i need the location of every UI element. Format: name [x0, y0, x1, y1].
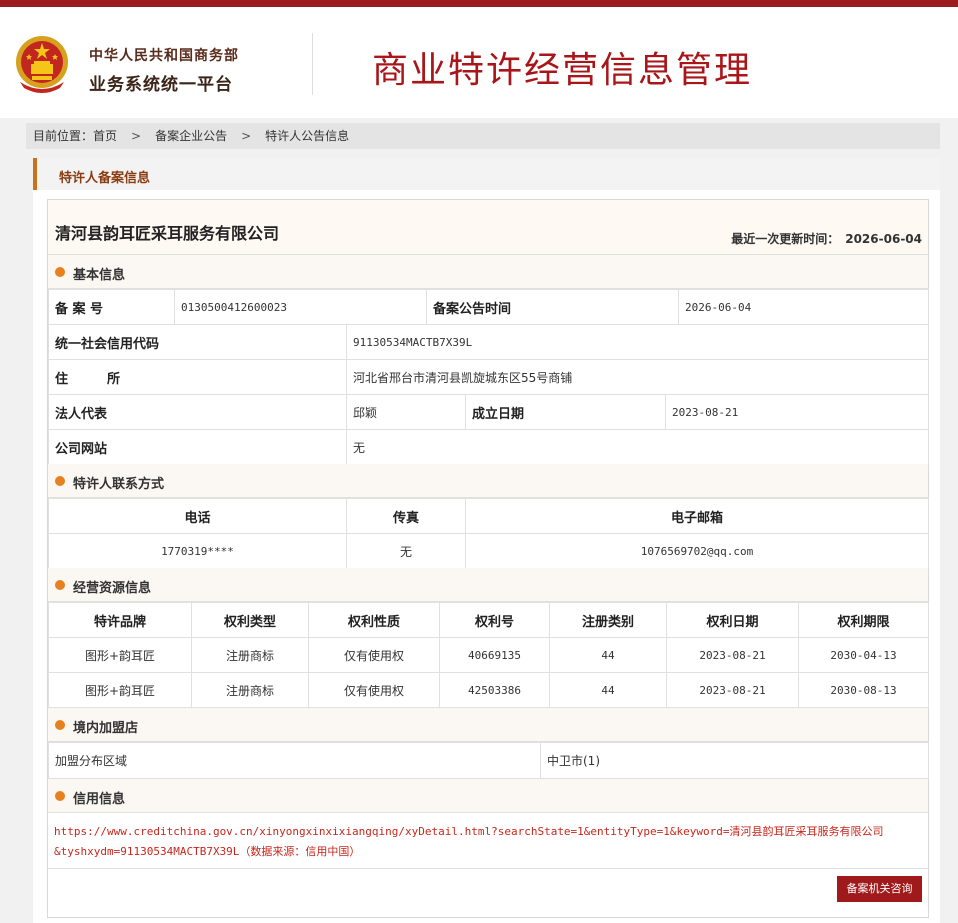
record-no-value: 0130500412600023	[174, 289, 427, 325]
address-label: 住 所	[48, 359, 347, 395]
col-brand: 特许品牌	[48, 602, 192, 638]
last-updated-label: 最近一次更新时间：	[731, 232, 840, 246]
national-emblem-icon	[16, 36, 68, 93]
main-content: 目前位置：首页 > 备案企业公告 > 特许人公告信息 特许人备案信息 清河县韵耳匠采耳服…	[0, 118, 958, 923]
top-accent-bar	[0, 0, 958, 7]
section-resources: 经营资源信息	[48, 568, 928, 602]
breadcrumb-announcements-link[interactable]: 备案企业公告	[155, 129, 227, 143]
store-region-label: 加盟分布区域	[48, 742, 541, 779]
breadcrumb-home-link[interactable]: 首页	[93, 129, 117, 143]
col-right-no: 权利号	[439, 602, 550, 638]
basic-info-table-2: 统一社会信用代码 91130534MACTB7X39L 住 所 河北省邢台市清河…	[48, 324, 929, 395]
table-row: 图形+韵耳匠 注册商标 仅有使用权 42503386 44 2023-08-21…	[48, 672, 929, 708]
section-title: 境内加盟店	[73, 721, 139, 736]
cell-brand: 图形+韵耳匠	[48, 672, 192, 708]
basic-info-table-4: 公司网站 无	[48, 429, 929, 465]
fax-value: 无	[346, 533, 466, 569]
credit-code-value: 91130534MACTB7X39L	[346, 324, 929, 360]
franchisor-panel: 特许人备案信息 清河县韵耳匠采耳服务有限公司 最近一次更新时间： 2026-06-…	[33, 158, 940, 923]
cell-brand: 图形+韵耳匠	[48, 637, 192, 673]
panel-header: 特许人备案信息	[33, 158, 940, 190]
cell-right-date: 2023-08-21	[666, 672, 799, 708]
col-right-nature: 权利性质	[308, 602, 440, 638]
credit-url-company: 清河县韵耳匠采耳服务有限公司	[729, 825, 884, 838]
cell-reg-class: 44	[549, 672, 667, 708]
section-credit: 信用信息	[48, 779, 928, 813]
panel-title: 特许人备案信息	[59, 171, 151, 186]
address-value: 河北省邢台市清河县凯旋城东区55号商铺	[346, 359, 929, 395]
filing-authority-consult-button[interactable]: 备案机关咨询	[837, 876, 922, 902]
section-title: 基本信息	[73, 268, 126, 283]
basic-info-table-1: 备 案 号 0130500412600023 备案公告时间 2026-06-04	[48, 289, 929, 325]
breadcrumb-current: 特许人公告信息	[265, 129, 350, 143]
contact-table: 电话 传真 电子邮箱 1770319**** 无 1076569702@qq.c…	[48, 498, 929, 569]
franchisor-card: 清河县韵耳匠采耳服务有限公司 最近一次更新时间： 2026-06-04 基本信息 …	[47, 199, 929, 918]
bullet-icon	[55, 476, 65, 486]
record-no-label: 备 案 号	[48, 289, 175, 325]
page-title: 商业特许经营信息管理	[372, 50, 753, 91]
cell-right-no: 40669135	[439, 637, 550, 673]
last-updated: 最近一次更新时间： 2026-06-04	[731, 230, 922, 247]
cell-right-date: 2023-08-21	[666, 637, 799, 673]
section-title: 特许人联系方式	[73, 477, 165, 492]
header-divider	[312, 33, 313, 95]
col-reg-class: 注册类别	[549, 602, 667, 638]
founded-value: 2023-08-21	[665, 394, 929, 430]
website-label: 公司网站	[48, 429, 347, 465]
table-row: 图形+韵耳匠 注册商标 仅有使用权 40669135 44 2023-08-21…	[48, 637, 929, 673]
cell-right-type: 注册商标	[191, 672, 309, 708]
cell-right-no: 42503386	[439, 672, 550, 708]
email-header: 电子邮箱	[465, 498, 929, 534]
col-right-type: 权利类型	[191, 602, 309, 638]
org-name-line2: 业务系统统一平台	[89, 75, 233, 95]
col-right-term: 权利期限	[798, 602, 929, 638]
section-basic-info: 基本信息	[48, 255, 928, 289]
credit-url-part1: https://www.creditchina.gov.cn/xinyongxi…	[54, 825, 730, 838]
section-title: 信用信息	[73, 792, 126, 807]
notice-time-value: 2026-06-04	[678, 289, 929, 325]
section-contact: 特许人联系方式	[48, 464, 928, 498]
credit-link[interactable]: https://www.creditchina.gov.cn/xinyongxi…	[48, 813, 928, 869]
resources-table: 特许品牌 权利类型 权利性质 权利号 注册类别 权利日期 权利期限 图形+韵耳匠…	[48, 602, 929, 708]
cell-right-nature: 仅有使用权	[308, 672, 440, 708]
breadcrumb-prefix: 目前位置：	[33, 129, 94, 143]
email-value: 1076569702@qq.com	[465, 533, 929, 569]
founded-label: 成立日期	[465, 394, 666, 430]
breadcrumb: 目前位置：首页 > 备案企业公告 > 特许人公告信息	[26, 123, 940, 149]
bullet-icon	[55, 580, 65, 590]
fax-header: 传真	[346, 498, 466, 534]
org-name-line1: 中华人民共和国商务部	[89, 48, 239, 64]
basic-info-table-3: 法人代表 邱颖 成立日期 2023-08-21	[48, 394, 929, 430]
bullet-icon	[55, 791, 65, 801]
company-name: 清河县韵耳匠采耳服务有限公司	[55, 224, 280, 243]
credit-url-part2: &tyshxydm=91130534MACTB7X39L	[54, 845, 240, 858]
credit-source: （数据来源：信用中国）	[239, 845, 361, 858]
notice-time-label: 备案公告时间	[426, 289, 679, 325]
breadcrumb-separator: >	[241, 129, 252, 143]
phone-header: 电话	[48, 498, 347, 534]
cell-right-nature: 仅有使用权	[308, 637, 440, 673]
col-right-date: 权利日期	[666, 602, 799, 638]
last-updated-value: 2026-06-04	[845, 232, 922, 246]
bullet-icon	[55, 720, 65, 730]
legal-rep-label: 法人代表	[48, 394, 347, 430]
site-header: 中华人民共和国商务部 业务系统统一平台 商业特许经营信息管理	[0, 7, 958, 118]
legal-rep-value: 邱颖	[346, 394, 466, 430]
cell-right-term: 2030-08-13	[798, 672, 929, 708]
cell-reg-class: 44	[549, 637, 667, 673]
bullet-icon	[55, 267, 65, 277]
company-title-row: 清河县韵耳匠采耳服务有限公司 最近一次更新时间： 2026-06-04	[48, 200, 928, 255]
stores-table: 加盟分布区域 中卫市(1)	[48, 742, 929, 779]
phone-value: 1770319****	[48, 533, 347, 569]
credit-code-label: 统一社会信用代码	[48, 324, 347, 360]
breadcrumb-separator: >	[131, 129, 142, 143]
website-value: 无	[346, 429, 929, 465]
store-region-link[interactable]: 中卫市(1)	[540, 742, 929, 779]
section-title: 经营资源信息	[73, 581, 152, 596]
cell-right-term: 2030-04-13	[798, 637, 929, 673]
cell-right-type: 注册商标	[191, 637, 309, 673]
section-stores: 境内加盟店	[48, 708, 928, 742]
